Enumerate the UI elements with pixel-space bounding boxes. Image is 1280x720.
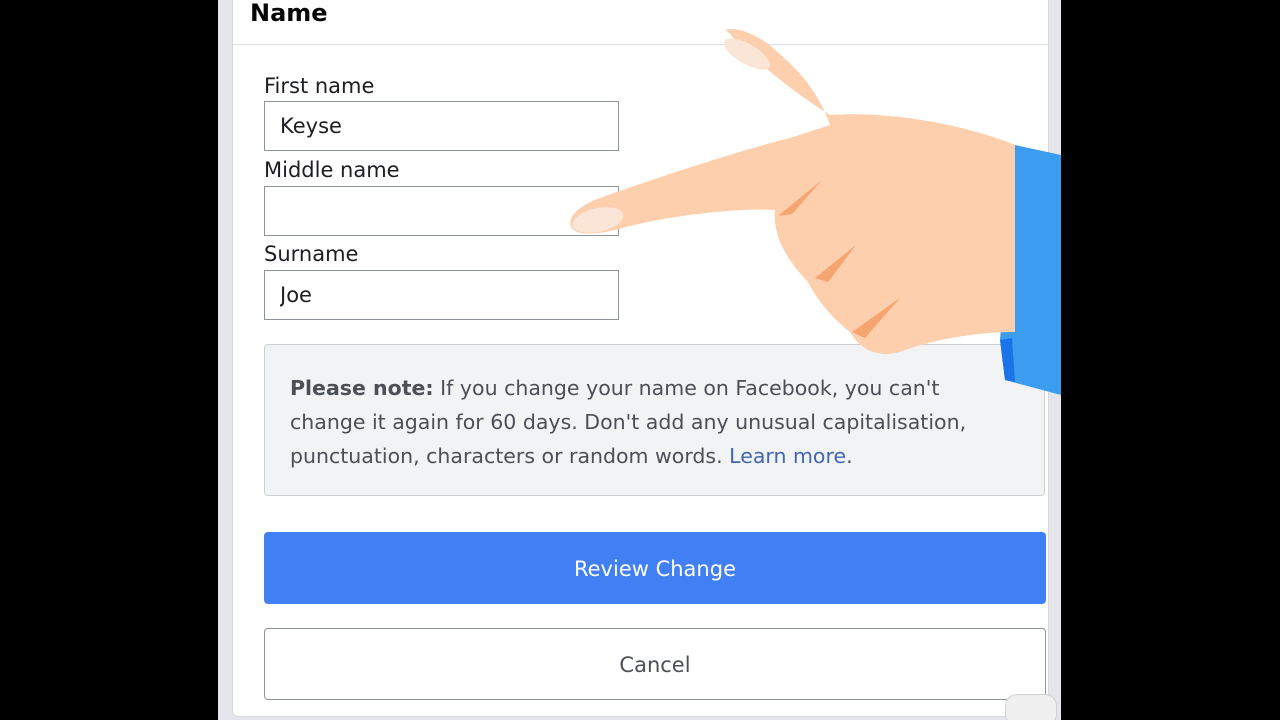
surname-input[interactable] <box>265 271 618 319</box>
note-bold-prefix: Please note: <box>290 376 434 400</box>
note-suffix: . <box>846 444 853 468</box>
section-header: Name <box>233 0 1048 45</box>
first-name-input[interactable] <box>265 102 618 150</box>
name-change-note: Please note: If you change your name on … <box>264 344 1045 496</box>
first-name-field[interactable] <box>264 101 619 151</box>
middle-name-input[interactable] <box>265 187 618 235</box>
middle-name-field[interactable] <box>264 186 619 236</box>
learn-more-link[interactable]: Learn more <box>729 444 846 468</box>
review-change-button[interactable]: Review Change <box>264 532 1046 604</box>
name-edit-card: Name First name Middle name Surname Plea… <box>232 0 1049 717</box>
phone-screen: Name First name Middle name Surname Plea… <box>218 0 1061 720</box>
scroll-handle[interactable] <box>1005 694 1057 720</box>
first-name-label: First name <box>264 74 375 98</box>
surname-label: Surname <box>264 242 359 266</box>
cancel-button[interactable]: Cancel <box>264 628 1046 700</box>
section-title: Name <box>250 0 328 27</box>
middle-name-label: Middle name <box>264 158 400 182</box>
surname-field[interactable] <box>264 270 619 320</box>
